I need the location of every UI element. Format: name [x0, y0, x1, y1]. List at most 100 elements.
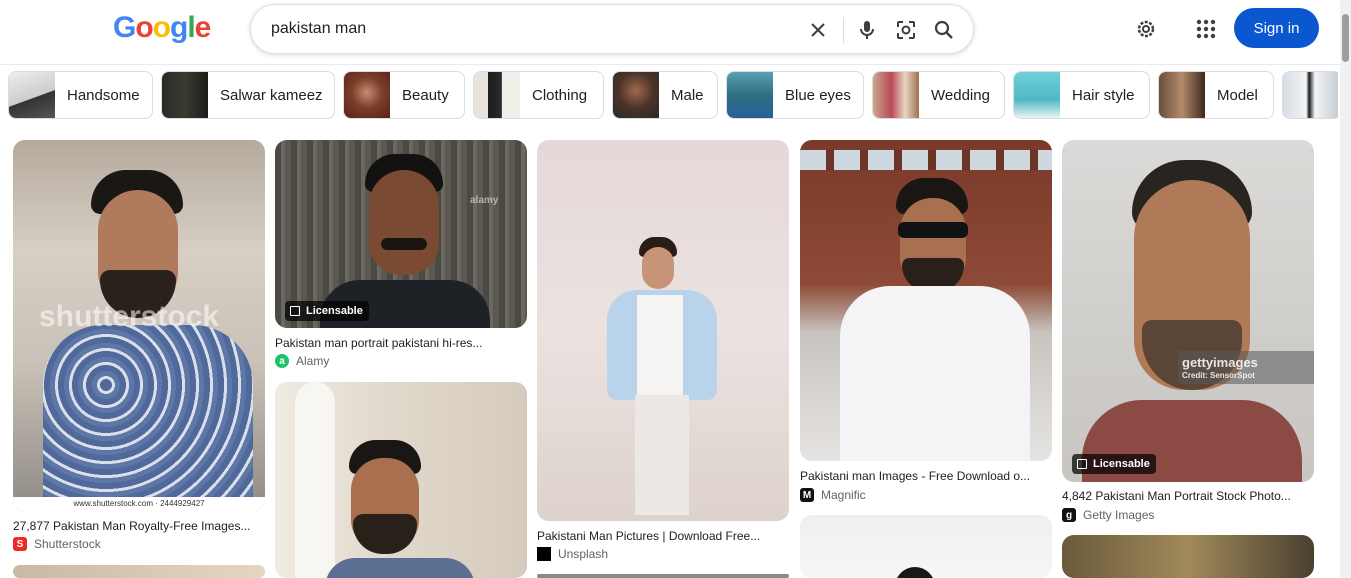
- chip-male[interactable]: Male: [612, 71, 718, 119]
- result-image[interactable]: [537, 140, 789, 521]
- chip-label: Male: [671, 86, 704, 104]
- chip-thumbnail: [1014, 72, 1060, 118]
- arch-decoration: [295, 382, 335, 578]
- chip-clothing[interactable]: Clothing: [473, 71, 604, 119]
- result-source[interactable]: g Getty Images: [1062, 508, 1154, 522]
- chip-thumbnail: [1159, 72, 1205, 118]
- logo-letter: o: [135, 11, 153, 44]
- chip-thumbnail: [9, 72, 55, 118]
- chip-label: Blue eyes: [785, 86, 851, 104]
- source-label: Unsplash: [558, 547, 609, 561]
- source-label: Alamy: [296, 354, 330, 368]
- chip-handsome[interactable]: Handsome: [8, 71, 153, 119]
- result-image[interactable]: shutterstock www.shutterstock.com · 2444…: [13, 140, 265, 511]
- logo-letter: o: [152, 11, 171, 44]
- logo-letter: g: [170, 11, 188, 44]
- getty-images-icon: g: [1062, 508, 1076, 522]
- watermark-text: shutterstock: [39, 300, 220, 333]
- result-source[interactable]: a Alamy: [275, 354, 329, 368]
- chip-thumbnail: [474, 72, 520, 118]
- chip-thumbnail: [162, 72, 208, 118]
- result-title[interactable]: 4,842 Pakistani Man Portrait Stock Photo…: [1062, 489, 1314, 503]
- badge-label: Licensable: [1093, 458, 1150, 470]
- person-figure: [840, 178, 1030, 461]
- result-title[interactable]: 27,877 Pakistan Man Royalty-Free Images.…: [13, 519, 265, 533]
- chip-hair-style[interactable]: Hair style: [1013, 71, 1150, 119]
- result-image[interactable]: [13, 565, 265, 578]
- alamy-icon: a: [275, 354, 289, 368]
- shutterstock-icon: S: [13, 537, 27, 551]
- search-divider: [843, 17, 844, 43]
- sign-in-button[interactable]: Sign in: [1234, 8, 1319, 48]
- result-source[interactable]: Unsplash: [537, 547, 608, 561]
- chip-thumbnail: [727, 72, 773, 118]
- chip-beauty[interactable]: Beauty: [343, 71, 465, 119]
- chip-thumbnail: [873, 72, 919, 118]
- result-title[interactable]: Pakistani Man Pictures | Download Free..…: [537, 529, 789, 543]
- result-image[interactable]: gettyimages Credit: SensorSpot Licensabl…: [1062, 140, 1314, 482]
- licensable-badge: Licensable: [1072, 454, 1156, 474]
- chip-wedding[interactable]: Wedding: [872, 71, 1005, 119]
- source-label: Shutterstock: [34, 537, 101, 551]
- scrollbar-thumb[interactable]: [1342, 14, 1349, 62]
- image-footer: www.shutterstock.com · 2444929427: [13, 497, 265, 511]
- result-image[interactable]: [1062, 535, 1314, 578]
- person-figure: [1082, 160, 1302, 482]
- image-icon: [1077, 459, 1087, 469]
- person-figure: [43, 160, 253, 511]
- result-source[interactable]: M Magnific: [800, 488, 866, 502]
- apps-icon[interactable]: [1194, 17, 1218, 41]
- unsplash-icon: [537, 547, 551, 561]
- licensable-badge: Licensable: [285, 301, 369, 321]
- chip-label: Handsome: [67, 86, 140, 104]
- header: Google pakistan man Sign in: [0, 0, 1351, 60]
- chip-salwar-kameez[interactable]: Salwar kameez: [161, 71, 335, 119]
- chip-label: Beauty: [402, 86, 449, 104]
- header-divider: [0, 64, 1340, 65]
- person-figure: [607, 235, 727, 515]
- microphone-icon[interactable]: [855, 18, 879, 42]
- result-image[interactable]: [537, 574, 789, 578]
- lens-icon[interactable]: [894, 18, 918, 42]
- search-box[interactable]: pakistan man: [250, 4, 974, 54]
- chip-label: Salwar kameez: [220, 86, 323, 104]
- result-image[interactable]: alamy Licensable: [275, 140, 527, 328]
- person-figure: [325, 440, 475, 578]
- filter-chips: Handsome Salwar kameez Beauty Clothing M…: [8, 71, 1338, 119]
- chip-more[interactable]: [1282, 71, 1338, 119]
- scrollbar-track[interactable]: [1340, 0, 1351, 578]
- chip-label: Model: [1217, 86, 1258, 104]
- chip-label: Wedding: [931, 86, 990, 104]
- photo-credit: Credit: SensorSpot: [1182, 371, 1255, 380]
- source-label: Magnific: [821, 488, 866, 502]
- chip-label: Hair style: [1072, 86, 1135, 104]
- logo-letter: G: [113, 11, 136, 44]
- watermark-text: alamy: [470, 195, 499, 206]
- logo-letter: l: [187, 11, 195, 44]
- search-input[interactable]: pakistan man: [271, 20, 366, 38]
- chip-label: Clothing: [532, 86, 588, 104]
- chip-thumbnail: [344, 72, 390, 118]
- image-icon: [290, 306, 300, 316]
- source-label: Getty Images: [1083, 508, 1155, 522]
- close-icon[interactable]: [806, 18, 830, 42]
- chip-thumbnail: [613, 72, 659, 118]
- badge-label: Licensable: [306, 305, 363, 317]
- result-title[interactable]: Pakistani man Images - Free Download o..…: [800, 469, 1052, 483]
- result-title[interactable]: Pakistan man portrait pakistani hi-res..…: [275, 336, 527, 350]
- magnific-icon: M: [800, 488, 814, 502]
- window-row: [800, 150, 1052, 170]
- watermark-text: gettyimages: [1182, 355, 1258, 370]
- chip-model[interactable]: Model: [1158, 71, 1274, 119]
- search-icon[interactable]: [932, 18, 956, 42]
- person-head: [895, 567, 935, 578]
- result-image[interactable]: [800, 515, 1052, 578]
- result-image[interactable]: [275, 382, 527, 578]
- logo-letter: e: [194, 11, 212, 44]
- chip-blue-eyes[interactable]: Blue eyes: [726, 71, 864, 119]
- google-logo[interactable]: Google: [113, 11, 212, 45]
- result-source[interactable]: S Shutterstock: [13, 537, 101, 551]
- chip-thumbnail: [1283, 72, 1338, 118]
- result-image[interactable]: [800, 140, 1052, 461]
- gear-icon[interactable]: [1133, 16, 1159, 42]
